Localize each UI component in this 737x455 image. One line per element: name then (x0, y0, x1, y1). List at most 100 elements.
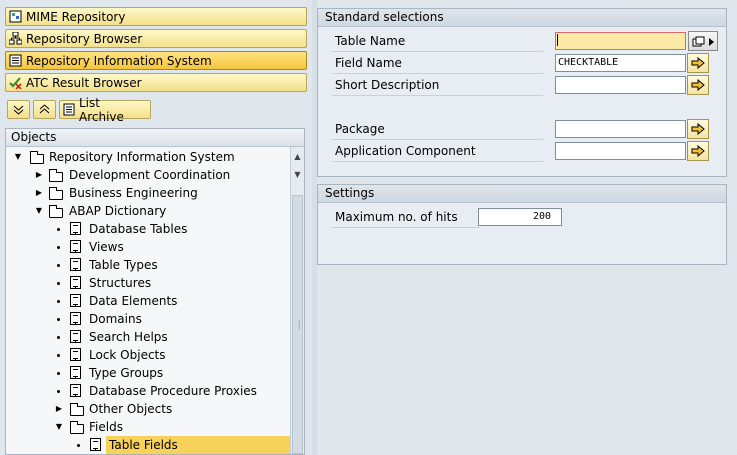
collapsed-triangle-icon: ▶ (55, 404, 63, 413)
max-hits-label: Maximum no. of hits (332, 207, 480, 228)
tree-node-dbtables[interactable]: Database Tables (6, 220, 292, 238)
tree-label: Development Coordination (69, 168, 231, 182)
bullet-icon (57, 228, 60, 231)
document-icon (70, 258, 81, 271)
document-icon (70, 294, 81, 307)
left-pane: MIME Repository Repository Browser Repos… (0, 0, 312, 455)
tree-label: Database Procedure Proxies (89, 384, 257, 398)
tree-label: Structures (89, 276, 152, 290)
document-icon (70, 348, 81, 361)
repository-info-system-button[interactable]: Repository Information System (5, 51, 307, 70)
atc-result-browser-button[interactable]: ATC Result Browser (5, 73, 307, 92)
tree-node-tablefields[interactable]: Table Fields (6, 436, 295, 454)
tree-label: Type Groups (89, 366, 164, 380)
repository-browser-label: Repository Browser (26, 31, 143, 46)
tree-label: Lock Objects (89, 348, 166, 362)
document-icon (70, 366, 81, 379)
tree-node-structures[interactable]: Structures (6, 274, 292, 292)
bullet-icon (57, 336, 60, 339)
bullet-icon (57, 390, 60, 393)
app-component-arrow-button[interactable] (687, 141, 709, 161)
expand-all-button[interactable] (7, 100, 30, 119)
tree-label: Business Engineering (69, 186, 198, 200)
app-component-input[interactable] (555, 142, 686, 160)
collapsed-triangle-icon: ▶ (35, 188, 43, 197)
tree-node-dbproxies[interactable]: Database Procedure Proxies (6, 382, 292, 400)
tree-node-biz[interactable]: ▶ Business Engineering (6, 184, 292, 202)
tree-node-dataelements[interactable]: Data Elements (6, 292, 292, 310)
short-desc-input[interactable] (555, 76, 686, 94)
document-icon (90, 438, 101, 451)
package-label: Package (332, 119, 543, 140)
expanded-triangle-icon: ▼ (35, 206, 43, 215)
tree-node-abap[interactable]: ▼ ABAP Dictionary (6, 202, 292, 220)
tree-label: ABAP Dictionary (69, 204, 167, 218)
tree-node-otherobjects[interactable]: ▶ Other Objects (6, 400, 292, 418)
mime-icon (9, 10, 22, 23)
standard-selections-group: Standard selections Table Name Field Nam… (317, 8, 727, 177)
expand-all-icon (12, 103, 25, 116)
tree-label: Fields (89, 420, 123, 434)
bullet-icon (57, 282, 60, 285)
tree-label: Views (89, 240, 124, 254)
tree-node-typegroups[interactable]: Type Groups (6, 364, 292, 382)
package-input[interactable] (555, 120, 686, 138)
bullet-icon (57, 318, 60, 321)
bullet-icon (57, 246, 60, 249)
repository-browser-button[interactable]: Repository Browser (5, 29, 307, 48)
tree-header: Objects (6, 129, 304, 147)
document-icon (70, 384, 81, 397)
tree-label: Search Helps (89, 330, 168, 344)
settings-group: Settings Maximum no. of hits 200 (317, 184, 727, 265)
tree-body: ▼ Repository Information System ▶ Develo… (6, 147, 295, 454)
field-name-input[interactable]: CHECKTABLE (555, 54, 686, 72)
open-folder-icon (49, 205, 63, 218)
tree-node-lockobjects[interactable]: Lock Objects (6, 346, 292, 364)
scroll-up-icon[interactable]: ▲ (291, 150, 304, 163)
tree-label: Table Types (89, 258, 158, 272)
short-desc-label: Short Description (332, 75, 543, 96)
bullet-icon (57, 372, 60, 375)
tree-scrollbar[interactable]: ▲ ▼ (290, 147, 304, 454)
document-icon (70, 312, 81, 325)
splitter-grip-icon[interactable]: ⁞ ⁞ (298, 320, 302, 334)
bullet-icon (57, 354, 60, 357)
field-name-arrow-button[interactable] (687, 53, 709, 73)
collapse-all-button[interactable] (33, 100, 56, 119)
tree-node-domains[interactable]: Domains (6, 310, 292, 328)
multiple-selection-button[interactable] (688, 31, 718, 51)
table-name-input[interactable] (555, 32, 686, 50)
tree-node-tabletypes[interactable]: Table Types (6, 256, 292, 274)
atc-result-browser-label: ATC Result Browser (26, 75, 142, 90)
object-tree: Objects ▼ Repository Information System … (5, 128, 305, 455)
package-arrow-button[interactable] (687, 119, 709, 139)
list-archive-button[interactable]: List Archive (59, 96, 151, 124)
document-icon (70, 276, 81, 289)
max-hits-input[interactable]: 200 (478, 208, 562, 226)
open-folder-icon (30, 151, 44, 164)
repository-info-system-label: Repository Information System (26, 53, 212, 68)
expanded-triangle-icon: ▼ (14, 152, 22, 161)
standard-selections-title: Standard selections (318, 9, 726, 27)
tree-node-dev[interactable]: ▶ Development Coordination (6, 166, 292, 184)
expanded-triangle-icon: ▼ (55, 422, 63, 431)
folder-icon (49, 169, 63, 182)
tree-label: Database Tables (89, 222, 188, 236)
collapsed-triangle-icon: ▶ (35, 170, 43, 179)
tree-node-searchhelps[interactable]: Search Helps (6, 328, 292, 346)
multi-select-icon (692, 36, 716, 51)
arrow-right-icon (691, 122, 705, 138)
arrow-right-icon (691, 144, 705, 160)
scroll-down-icon[interactable]: ▼ (291, 168, 304, 181)
collapse-all-icon (38, 103, 51, 116)
tree-node-root[interactable]: ▼ Repository Information System (6, 148, 292, 166)
tree-node-views[interactable]: Views (6, 238, 292, 256)
hierarchy-icon (8, 31, 23, 45)
folder-icon (49, 187, 63, 200)
short-desc-arrow-button[interactable] (687, 75, 709, 95)
mime-repository-button[interactable]: MIME Repository (5, 7, 307, 26)
tree-node-fields[interactable]: ▼ Fields (6, 418, 292, 436)
tree-label: Data Elements (89, 294, 178, 308)
field-name-label: Field Name (332, 53, 543, 74)
list-archive-label: List Archive (79, 95, 124, 124)
